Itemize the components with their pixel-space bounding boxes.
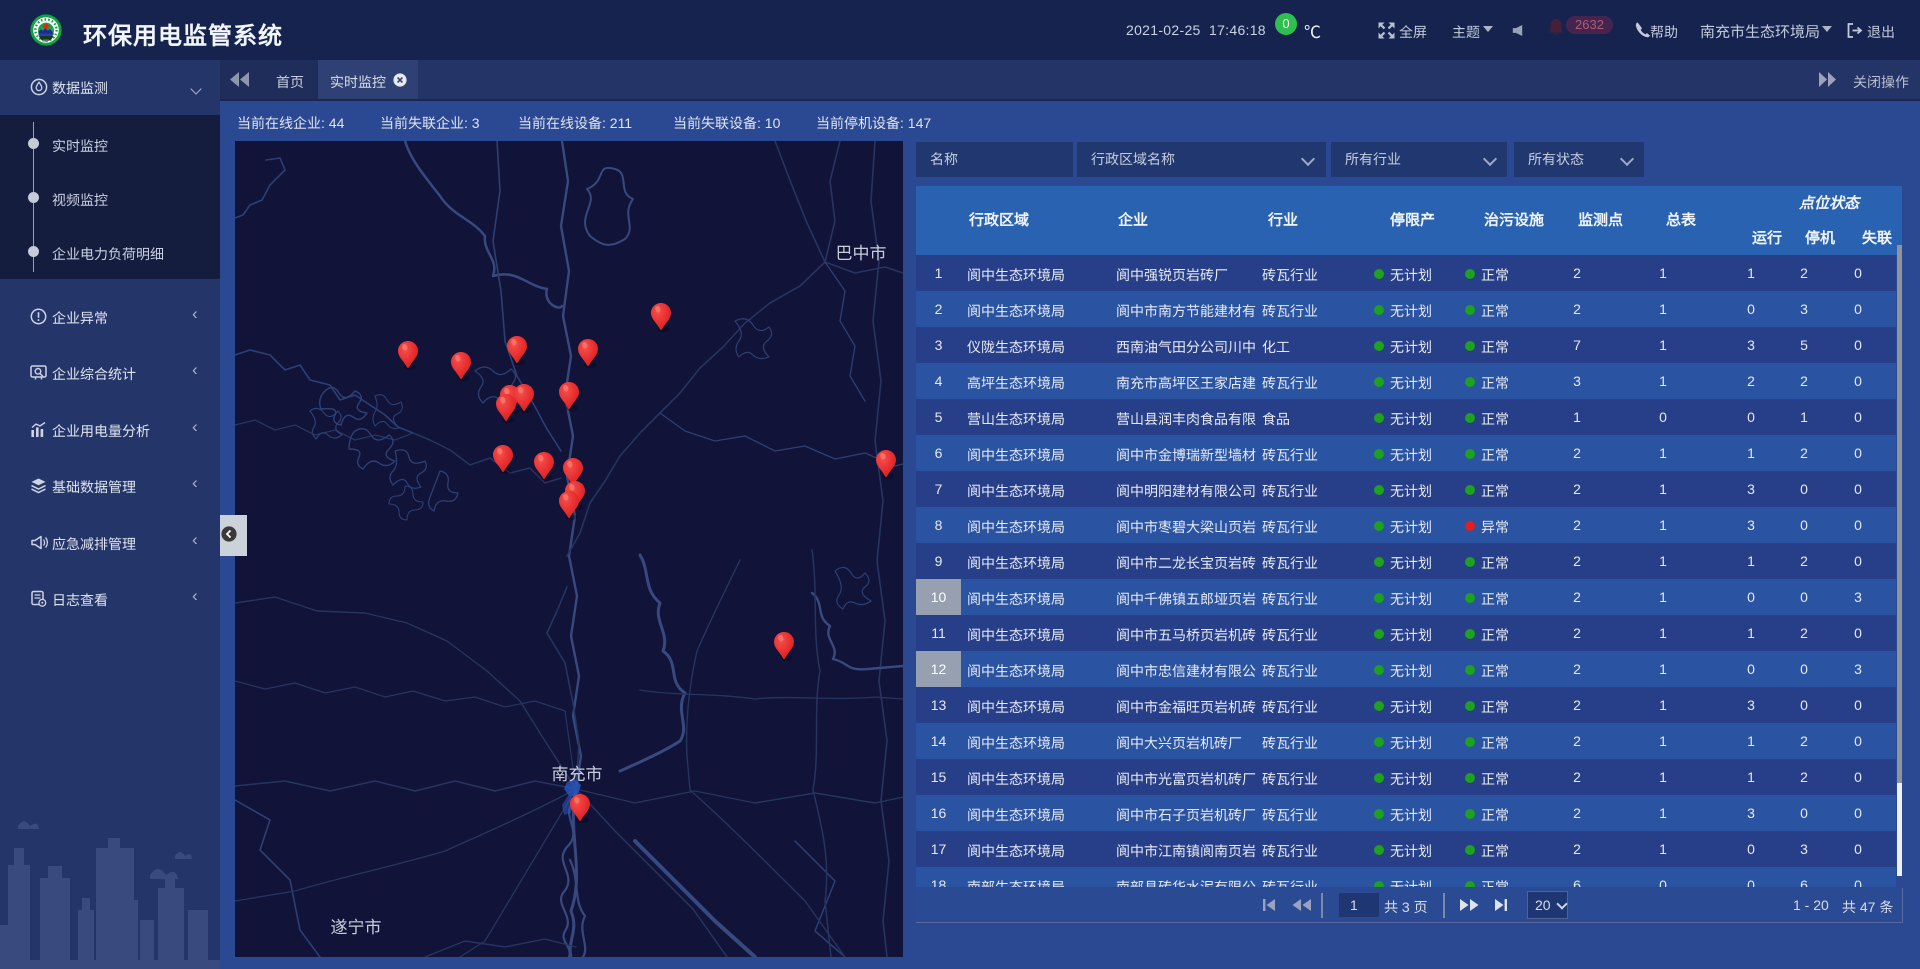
svg-text:巴中市: 巴中市 <box>836 244 887 263</box>
svg-text:遂宁市: 遂宁市 <box>331 918 382 937</box>
svg-text:南充市: 南充市 <box>552 765 603 784</box>
